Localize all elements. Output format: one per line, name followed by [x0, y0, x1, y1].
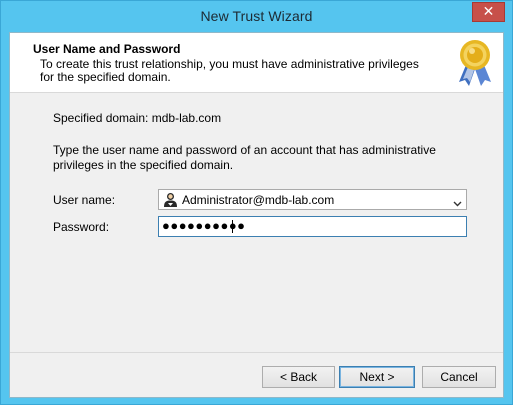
window-title: New Trust Wizard [200, 8, 313, 24]
wizard-header: User Name and Password To create this tr… [10, 33, 503, 93]
user-icon [163, 192, 178, 207]
title-bar[interactable]: New Trust Wizard ✕ [1, 1, 512, 32]
specified-domain-text: Specified domain: mdb-lab.com [53, 111, 222, 125]
password-field[interactable]: ●●●●●●●●●● [158, 216, 467, 237]
footer-divider [10, 352, 503, 353]
award-ribbon-icon [453, 37, 497, 87]
page-description: To create this trust relationship, you m… [40, 57, 419, 84]
close-button[interactable]: ✕ [472, 2, 505, 22]
cancel-button[interactable]: Cancel [422, 366, 496, 388]
username-value: Administrator@mdb-lab.com [182, 193, 335, 207]
wizard-client-area: User Name and Password To create this tr… [9, 32, 504, 398]
instruction-text: Type the user name and password of an ac… [53, 143, 436, 172]
password-label: Password: [53, 220, 110, 234]
username-label: User name: [53, 193, 116, 207]
wizard-window: New Trust Wizard ✕ User Name and Passwor… [0, 0, 513, 405]
text-caret [232, 220, 233, 233]
password-value: ●●●●●●●●●● [162, 218, 246, 233]
username-combobox[interactable]: Administrator@mdb-lab.com [158, 189, 467, 210]
page-title: User Name and Password [33, 42, 181, 56]
chevron-down-icon[interactable] [453, 195, 462, 207]
back-button[interactable]: < Back [262, 366, 335, 388]
next-button[interactable]: Next > [339, 366, 415, 388]
